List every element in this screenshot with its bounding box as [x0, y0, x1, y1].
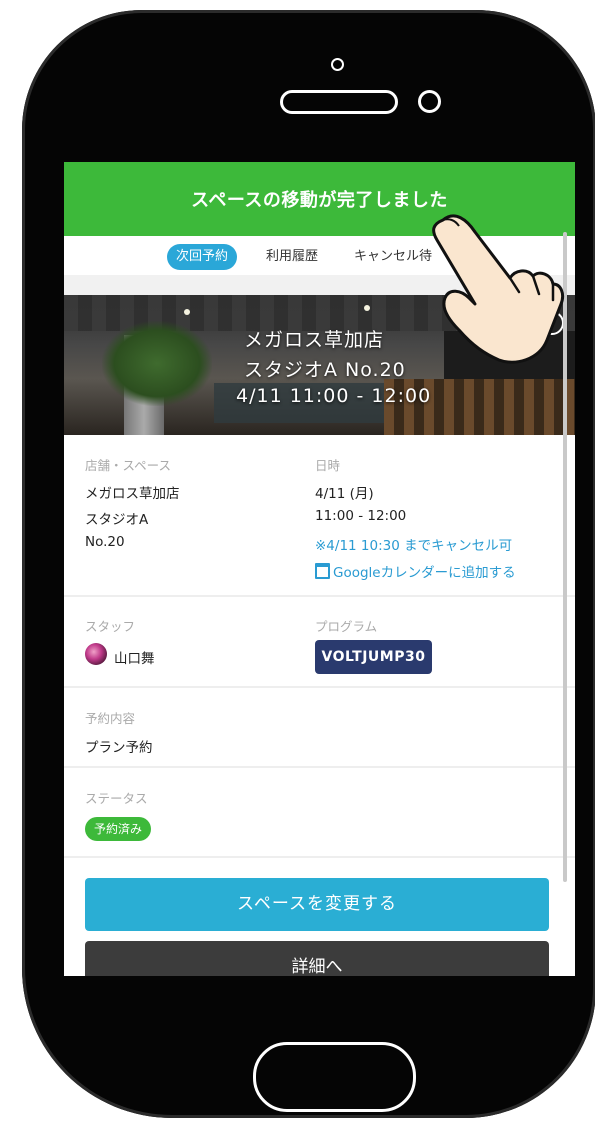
front-camera [331, 58, 344, 71]
reservation-date: 4/11 (月) [315, 486, 374, 502]
store-space-label: 店舗・スペース [85, 458, 172, 473]
datetime-label: 日時 [315, 458, 341, 473]
toast-message: スペースの移動が完了しました [191, 190, 448, 211]
status-label: ステータス [85, 791, 148, 806]
cancel-deadline-note: ※4/11 10:30 までキャンセル可 [315, 538, 513, 554]
staff-name: 山口舞 [114, 651, 155, 667]
status-badge: 予約済み [85, 817, 152, 841]
proximity-sensor [418, 90, 441, 113]
hero-datetime: 4/11 11:00 - 12:00 [236, 385, 432, 407]
details-button[interactable]: 詳細へ [85, 941, 549, 976]
tab-usage-history[interactable]: 利用履歴 [266, 244, 318, 270]
change-space-button[interactable]: スペースを変更する [85, 878, 549, 931]
google-calendar-link[interactable]: Googleカレンダーに追加する [333, 561, 516, 581]
home-button[interactable] [253, 1042, 416, 1112]
reservation-content-label: 予約内容 [85, 711, 136, 726]
divider [64, 686, 575, 688]
program-label: プログラム [315, 619, 378, 634]
divider [64, 856, 575, 858]
reservation-time: 11:00 - 12:00 [315, 508, 407, 524]
reservation-content: プラン予約 [85, 740, 153, 756]
studio-name: スタジオA [85, 512, 149, 528]
divider [64, 595, 575, 597]
divider [64, 766, 575, 768]
hero-space-name: スタジオA No.20 [244, 359, 406, 381]
staff-label: スタッフ [85, 619, 136, 634]
hero-store-name: メガロス草加店 [244, 329, 385, 351]
tab-next-reservation[interactable]: 次回予約 [167, 244, 238, 270]
earpiece-speaker [280, 90, 398, 114]
staff-avatar [85, 643, 107, 665]
calendar-icon [315, 563, 330, 579]
pointing-hand-icon [432, 214, 565, 364]
store-name: メガロス草加店 [85, 486, 180, 502]
program-badge[interactable]: VOLTJUMP30 [315, 640, 432, 674]
space-number: No.20 [85, 534, 125, 550]
